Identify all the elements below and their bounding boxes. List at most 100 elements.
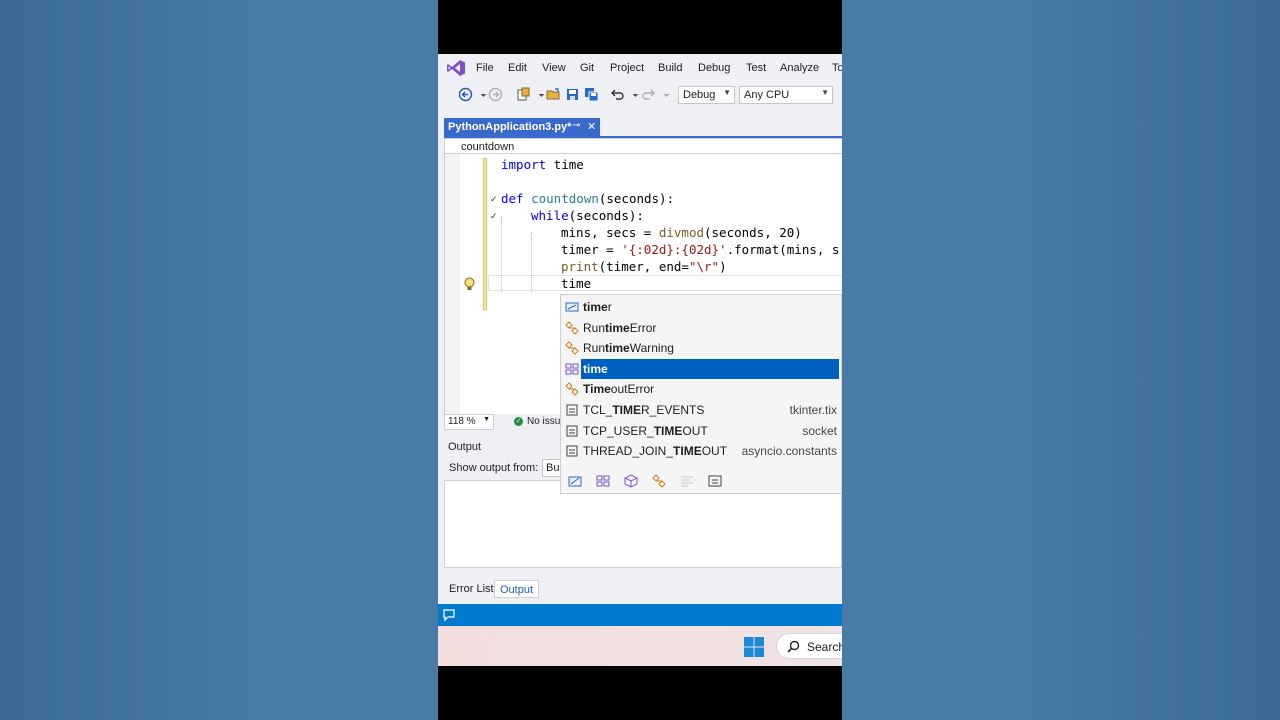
menu-file[interactable]: File [476,62,494,74]
chevron-down-icon: ▼ [723,88,731,97]
chevron-down-icon: ▼ [483,416,490,423]
tab-output[interactable]: Output [494,580,540,598]
code-line-1: import time [501,157,584,172]
completion-label: timer [583,300,612,314]
cube-filter-icon[interactable] [623,473,639,489]
check-icon: ✓ [514,416,523,426]
text-filter-icon[interactable] [679,473,695,489]
status-bar [438,604,842,626]
code-line-6: timer = '{:02d}:{02d}'.format(mins, s [561,242,840,257]
completion-item[interactable]: RuntimeWarning [561,338,842,358]
constant-filter-icon[interactable] [707,473,723,489]
issues-indicator[interactable]: ✓ No issu [514,416,560,427]
close-icon[interactable]: ✕ [587,120,596,133]
save-all-icon[interactable] [584,87,599,102]
menu-project[interactable]: Project [610,62,644,74]
windows-start-icon[interactable] [744,637,764,657]
toolbar: Debug ▼ Any CPU ▼ [438,82,842,108]
code-line-8: time [561,276,592,291]
search-icon [787,640,800,653]
undo-icon[interactable] [610,87,625,102]
variable-icon [565,300,579,314]
redo-dropdown-icon[interactable] [659,87,670,102]
glyph-margin [445,154,460,414]
show-output-label: Show output from: [449,462,539,474]
scope-dropdown[interactable]: countdown [461,141,514,153]
menu-bar: File Edit View Git Project Build Debug T… [438,54,842,82]
fold-chevron-icon[interactable]: ✓ [490,194,498,205]
issues-text: No issu [527,416,561,427]
module-icon [565,362,579,376]
menu-analyze[interactable]: Analyze [780,62,819,74]
menu-debug[interactable]: Debug [698,62,730,74]
forward-icon[interactable] [488,87,503,102]
undo-dropdown-icon[interactable] [628,87,639,102]
menu-view[interactable]: View [542,62,566,74]
bottom-tab-strip: Error List Output [444,578,842,600]
video-frame: File Edit View Git Project Build Debug T… [438,0,842,720]
platform-dropdown[interactable]: Any CPU ▼ [739,86,833,104]
lightbulb-icon[interactable] [463,277,476,291]
completion-label: RuntimeError [583,320,657,335]
navigation-bar[interactable]: countdown [444,138,842,154]
class-icon [565,320,579,335]
variable-filter-icon[interactable] [567,473,583,489]
menu-build[interactable]: Build [658,62,682,74]
completion-label: RuntimeWarning [583,341,674,356]
indent-guide [531,232,532,292]
completion-label: TimeoutError [583,382,655,397]
menu-edit[interactable]: Edit [508,62,527,74]
configuration-value: Debug [683,89,716,101]
change-tracking-bar [483,158,487,310]
completion-item[interactable]: TCP_USER_TIMEOUT socket [561,421,842,441]
platform-value: Any CPU [744,89,790,101]
open-folder-icon[interactable] [546,87,561,102]
visual-studio-window: File Edit View Git Project Build Debug T… [438,54,842,666]
completion-label: TCL_TIMER_EVENTS [583,403,705,417]
completion-item[interactable]: timer [561,297,842,317]
menu-git[interactable]: Git [580,62,594,74]
completion-source: socket [802,423,837,438]
code-line-4: while(seconds): [531,208,644,223]
completion-item[interactable]: TimeoutError [561,379,842,399]
code-line-5: mins, secs = divmod(seconds, 20) [561,225,802,240]
zoom-dropdown[interactable]: 118 % ▼ [444,414,494,430]
completion-label: TCP_USER_TIMEOUT [583,423,708,438]
solution-explorer-icon[interactable] [516,87,531,102]
tab-error-list[interactable]: Error List [444,580,499,598]
code-line-7: print(timer, end="\r") [561,259,727,274]
menu-tools[interactable]: To [832,62,842,74]
save-icon[interactable] [565,87,580,102]
visual-studio-logo-icon [447,60,465,76]
completion-item[interactable]: TCL_TIMER_EVENTS tkinter.tix [561,400,842,420]
chevron-down-icon: ▼ [821,88,829,97]
code-line-3: def countdown(seconds): [501,191,675,206]
completion-item[interactable]: THREAD_JOIN_TIMEOUT asyncio.constants [561,441,842,461]
search-label: Search [807,640,842,654]
taskbar-search[interactable]: Search [776,633,842,659]
solution-dropdown-icon[interactable] [534,87,545,102]
pin-icon[interactable]: ⊸ [572,120,580,131]
completion-label: THREAD_JOIN_TIMEOUT [583,444,728,459]
document-tab[interactable]: PythonApplication3.py* ⊸ ✕ [444,118,600,136]
menu-test[interactable]: Test [746,62,766,74]
intellisense-completion-list[interactable]: timer RuntimeError RuntimeWarning time Timeo… [560,294,842,494]
constant-icon [565,444,579,458]
class-icon [565,382,579,397]
back-icon[interactable] [458,87,473,102]
redo-icon[interactable] [641,87,656,102]
taskbar: Search [438,626,842,666]
indent-guide [501,216,502,292]
feedback-icon[interactable] [442,608,456,622]
completion-item[interactable]: time [561,358,842,379]
module-filter-icon[interactable] [595,473,611,489]
fold-chevron-icon[interactable]: ✓ [490,211,498,222]
configuration-dropdown[interactable]: Debug ▼ [678,86,735,104]
class-filter-icon[interactable] [651,473,667,489]
constant-icon [565,424,579,438]
tab-title: PythonApplication3.py* [448,121,572,133]
back-dropdown-icon[interactable] [476,87,487,102]
output-title: Output [448,441,482,453]
completion-item[interactable]: RuntimeError [561,318,842,338]
selection-highlight [581,358,839,379]
